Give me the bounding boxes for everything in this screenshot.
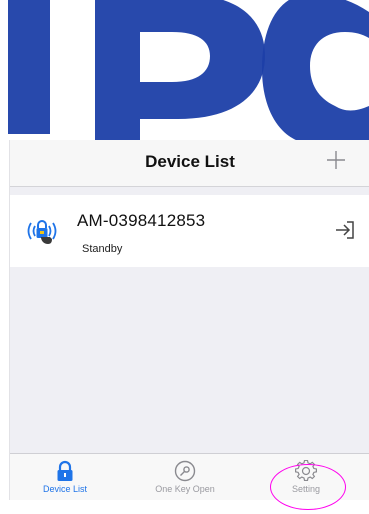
tab-one-key-open[interactable]: One Key Open — [130, 454, 240, 500]
tab-device-list[interactable]: Device List — [10, 454, 120, 500]
tab-setting[interactable]: Setting — [251, 454, 361, 500]
device-status: Standby — [82, 243, 123, 255]
gear-icon — [295, 460, 317, 481]
plus-icon[interactable] — [324, 148, 348, 172]
lock-icon — [57, 460, 73, 481]
screen: Device List AM-0398412853 Standby Device… — [0, 0, 369, 514]
wireless-lock-icon — [27, 220, 57, 244]
enter-arrow-icon[interactable] — [334, 219, 356, 241]
key-circle-icon — [174, 460, 196, 482]
tab-label: Device List — [42, 484, 87, 494]
device-list-item[interactable]: AM-0398412853 Standby — [10, 195, 369, 267]
tab-label: One Key Open — [155, 484, 215, 494]
device-name: AM-0398412853 — [77, 211, 206, 230]
page-title: Device List — [145, 152, 235, 171]
app-frame: Device List AM-0398412853 Standby Device… — [9, 140, 369, 500]
navigation-bar: Device List — [10, 140, 369, 187]
tab-label: Setting — [291, 484, 321, 494]
tab-bar: Device List One Key Open Setting — [10, 453, 369, 500]
watermark-logo — [8, 0, 369, 144]
